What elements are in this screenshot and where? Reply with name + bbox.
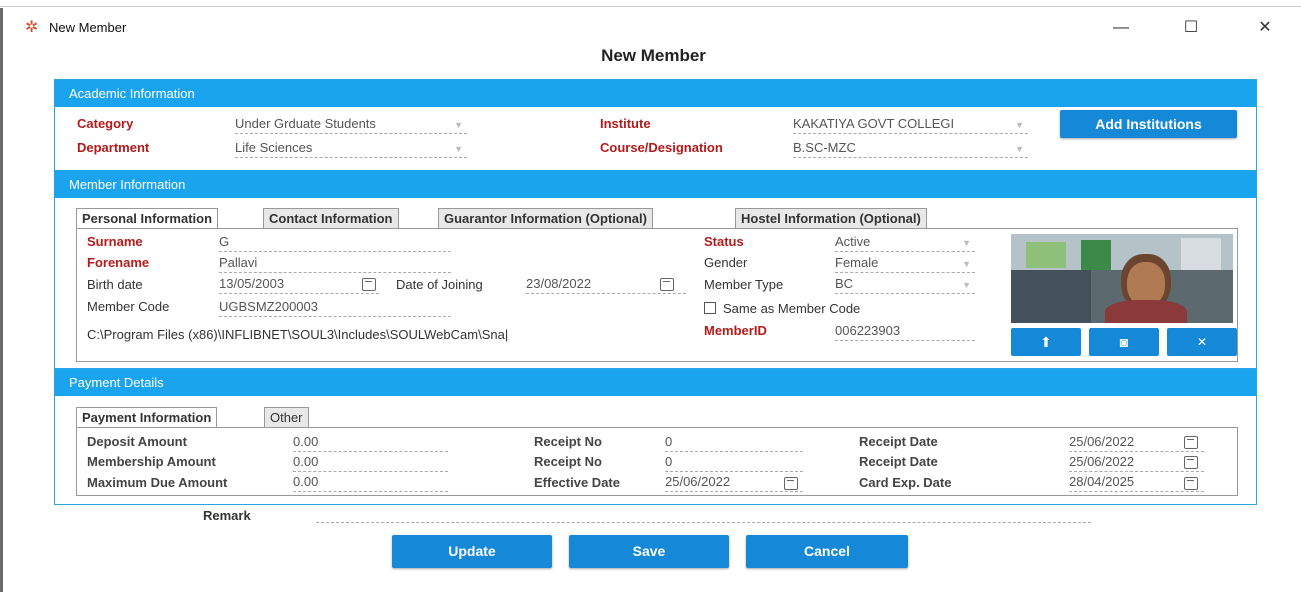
institute-value: KAKATIYA GOVT COLLEGI <box>793 116 955 131</box>
page-title: New Member <box>601 46 706 65</box>
course-select[interactable]: B.SC-MZC ▼ <box>793 140 1028 158</box>
category-value: Under Grduate Students <box>235 116 376 131</box>
payment-details-panel: Payment Details Payment Information Othe… <box>54 368 1257 505</box>
panel-header: Payment Details <box>55 369 1256 396</box>
course-value: B.SC-MZC <box>793 140 856 155</box>
app-logo-icon: ✲ <box>25 19 39 36</box>
cancel-button[interactable]: Cancel <box>746 535 908 568</box>
date-of-joining-label: Date of Joining <box>396 277 483 292</box>
receipt-no-label: Receipt No <box>534 434 602 449</box>
memberid-input[interactable]: 006223903 <box>835 323 975 341</box>
tab-contact-information[interactable]: Contact Information <box>263 208 399 229</box>
chevron-down-icon: ▼ <box>962 280 971 290</box>
tab-hostel-information[interactable]: Hostel Information (Optional) <box>735 208 927 229</box>
receipt-date-label: Receipt Date <box>859 434 938 449</box>
chevron-down-icon: ▼ <box>454 144 463 154</box>
member-type-label: Member Type <box>704 277 784 292</box>
forename-label: Forename <box>87 255 150 270</box>
forename-input[interactable]: Pallavi <box>219 255 451 273</box>
deposit-amount-label: Deposit Amount <box>87 434 187 449</box>
effective-date-label: Effective Date <box>534 475 620 490</box>
panel-header: Academic Information <box>55 80 1256 107</box>
course-label: Course/Designation <box>600 140 723 155</box>
category-select[interactable]: Under Grduate Students ▼ <box>235 116 467 134</box>
calendar-icon[interactable] <box>784 477 798 490</box>
effective-date-input[interactable]: 25/06/2022 <box>665 474 803 492</box>
member-type-select[interactable]: BC ▼ <box>835 276 975 294</box>
update-button[interactable]: Update <box>392 535 552 568</box>
surname-input[interactable]: G <box>219 234 451 252</box>
member-code-label: Member Code <box>87 299 170 314</box>
gender-select[interactable]: Female ▼ <box>835 255 975 273</box>
status-value: Active <box>835 234 871 249</box>
calendar-icon[interactable] <box>1184 456 1198 469</box>
camera-icon: ◙ <box>1119 334 1129 350</box>
remove-photo-button[interactable]: ✕ <box>1167 328 1237 356</box>
remark-input[interactable] <box>316 521 1091 523</box>
background-window-strip <box>0 0 1301 7</box>
department-label: Department <box>77 140 150 155</box>
membership-amount-input[interactable]: 0.00 <box>293 454 448 472</box>
member-code-input[interactable]: UGBSMZ200003 <box>219 299 451 317</box>
same-as-member-code-checkbox[interactable] <box>704 302 716 314</box>
capture-photo-button[interactable]: ◙ <box>1089 328 1159 356</box>
tab-personal-information[interactable]: Personal Information <box>76 208 219 229</box>
tab-other[interactable]: Other <box>264 407 309 428</box>
new-member-window: ✲ New Member — ☐ ✕ New Member Academic I… <box>0 8 1301 592</box>
same-as-member-code-label: Same as Member Code <box>723 301 861 316</box>
chevron-down-icon: ▼ <box>962 238 971 248</box>
payment-information-tab-body: Deposit Amount 0.00 Membership Amount 0.… <box>76 427 1238 496</box>
birth-date-label: Birth date <box>87 277 143 292</box>
minimize-button[interactable]: — <box>1099 14 1143 42</box>
memberid-label: MemberID <box>704 323 767 338</box>
chevron-down-icon: ▼ <box>1015 144 1024 154</box>
chevron-down-icon: ▼ <box>454 120 463 130</box>
member-photo <box>1011 234 1233 323</box>
chevron-down-icon: ▼ <box>1015 120 1024 130</box>
chevron-down-icon: ▼ <box>962 259 971 269</box>
status-select[interactable]: Active ▼ <box>835 234 975 252</box>
tab-guarantor-information[interactable]: Guarantor Information (Optional) <box>438 208 653 229</box>
window-title: New Member <box>49 20 127 35</box>
add-institutions-button[interactable]: Add Institutions <box>1060 110 1237 138</box>
tab-payment-information[interactable]: Payment Information <box>76 407 218 428</box>
deposit-amount-input[interactable]: 0.00 <box>293 434 448 452</box>
receipt-no-label: Receipt No <box>534 454 602 469</box>
photo-path-field[interactable]: C:\Program Files (x86)\INFLIBNET\SOUL3\I… <box>87 327 669 342</box>
close-button[interactable]: ✕ <box>1243 14 1287 42</box>
member-information-panel: Member Information Personal Information … <box>54 170 1257 369</box>
maximum-due-amount-label: Maximum Due Amount <box>87 475 228 490</box>
status-label: Status <box>704 234 744 249</box>
birth-date-input[interactable]: 13/05/2003 <box>219 276 379 294</box>
maximum-due-amount-input[interactable]: 0.00 <box>293 474 448 492</box>
gender-label: Gender <box>704 255 748 270</box>
save-button[interactable]: Save <box>569 535 729 568</box>
title-bar: ✲ New Member — ☐ ✕ <box>3 8 1301 42</box>
upload-icon: ⬆ <box>1040 334 1052 350</box>
panel-header: Member Information <box>55 171 1256 198</box>
member-type-value: BC <box>835 276 854 291</box>
department-value: Life Sciences <box>235 140 313 155</box>
remark-label: Remark <box>203 508 251 523</box>
calendar-icon[interactable] <box>362 278 376 291</box>
academic-information-panel: Academic Information Category Under Grdu… <box>54 79 1257 171</box>
calendar-icon[interactable] <box>1184 477 1198 490</box>
institute-label: Institute <box>600 116 651 131</box>
category-label: Category <box>77 116 134 131</box>
department-select[interactable]: Life Sciences ▼ <box>235 140 467 158</box>
maximize-button[interactable]: ☐ <box>1169 14 1213 42</box>
surname-label: Surname <box>87 234 143 249</box>
upload-photo-button[interactable]: ⬆ <box>1011 328 1081 356</box>
institute-select[interactable]: KAKATIYA GOVT COLLEGI ▼ <box>793 116 1028 134</box>
calendar-icon[interactable] <box>660 278 674 291</box>
personal-information-tab-body: Surname G Forename Pallavi Birth date 13… <box>76 228 1238 362</box>
gender-value: Female <box>835 255 879 270</box>
receipt-date-label: Receipt Date <box>859 454 938 469</box>
receipt-no-input[interactable]: 0 <box>665 434 803 452</box>
card-exp-date-label: Card Exp. Date <box>859 475 952 490</box>
membership-amount-label: Membership Amount <box>87 454 216 469</box>
calendar-icon[interactable] <box>1184 436 1198 449</box>
close-icon: ✕ <box>1196 335 1208 349</box>
receipt-no-input[interactable]: 0 <box>665 454 803 472</box>
